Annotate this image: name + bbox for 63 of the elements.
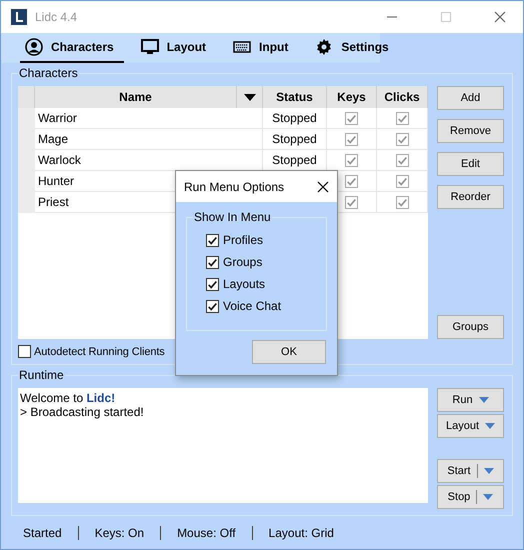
clicks-checkbox[interactable]	[396, 196, 408, 208]
clicks-checkbox[interactable]	[396, 132, 408, 146]
ok-button[interactable]: OK	[252, 340, 326, 364]
clicks-checkbox[interactable]	[396, 112, 408, 124]
group-label: Show In Menu	[193, 210, 272, 224]
dropdown-button[interactable]: Run	[437, 388, 504, 412]
option-checkbox[interactable]	[206, 256, 219, 268]
clicks-checkbox[interactable]	[396, 174, 408, 188]
app-logo-icon	[11, 9, 27, 25]
tab[interactable]: Settings	[310, 33, 399, 63]
checkbox-label: Voice Chat	[223, 299, 282, 313]
table-cell: Mage	[35, 129, 263, 150]
option-checkbox[interactable]	[206, 278, 219, 290]
action-button[interactable]: Edit	[437, 152, 504, 176]
keys-checkbox[interactable]	[345, 112, 358, 124]
clicks-checkbox[interactable]	[396, 154, 408, 166]
split-button[interactable]: Stop	[437, 485, 504, 509]
autodetect-checkbox[interactable]	[18, 345, 31, 358]
keys-checkbox[interactable]	[345, 154, 358, 166]
log-line: > Broadcasting started!	[20, 405, 145, 419]
checkbox-label: Autodetect Running Clients	[34, 346, 165, 358]
option-checkbox[interactable]	[206, 300, 219, 312]
person-icon	[25, 38, 43, 56]
caret-icon	[484, 468, 494, 474]
status-text: Stopped	[272, 111, 317, 125]
groups-button[interactable]: Groups	[437, 315, 504, 339]
status-text: Started	[23, 526, 62, 540]
log-line: Welcome to Lidc!	[20, 391, 116, 405]
close-icon[interactable]	[317, 180, 329, 192]
action-button[interactable]: Reorder	[437, 185, 504, 209]
status-text: Stopped	[272, 153, 317, 167]
status-text: Stopped	[272, 132, 317, 146]
dropdown-button[interactable]: Layout	[437, 414, 504, 438]
monitor-icon	[140, 38, 159, 56]
action-button[interactable]: Remove	[437, 119, 504, 143]
column-header[interactable]: Name	[35, 86, 237, 108]
caret-icon	[485, 423, 496, 429]
column-header[interactable]: Clicks	[377, 86, 428, 108]
caret-icon	[478, 397, 489, 403]
sort-caret-icon[interactable]	[244, 94, 256, 100]
action-button[interactable]: Add	[437, 86, 504, 110]
caret-icon	[483, 494, 494, 500]
checkbox-label: Groups	[223, 255, 262, 269]
keys-checkbox[interactable]	[345, 196, 358, 208]
tab[interactable]: Layout	[136, 33, 216, 63]
column-header[interactable]: Status	[263, 86, 327, 108]
window-title: Lidc 4.4	[35, 10, 78, 24]
split-button[interactable]: Start	[437, 459, 504, 483]
status-text: Keys: On	[94, 526, 144, 540]
keys-checkbox[interactable]	[345, 132, 358, 146]
status-text: Mouse: Off	[177, 526, 236, 540]
column-header[interactable]: Keys	[327, 86, 377, 108]
checkbox-label: Profiles	[223, 233, 264, 247]
option-checkbox[interactable]	[206, 234, 219, 246]
group-label: Runtime	[18, 368, 65, 382]
status-text: Layout: Grid	[268, 526, 334, 540]
gear-icon	[315, 38, 334, 56]
group-label: Characters	[18, 66, 79, 80]
checkbox-label: Layouts	[223, 277, 266, 291]
table-cell: Warrior	[35, 108, 263, 129]
tab[interactable]: Input	[228, 33, 298, 63]
tab[interactable]: Characters	[20, 33, 124, 63]
keys-checkbox[interactable]	[345, 174, 358, 188]
